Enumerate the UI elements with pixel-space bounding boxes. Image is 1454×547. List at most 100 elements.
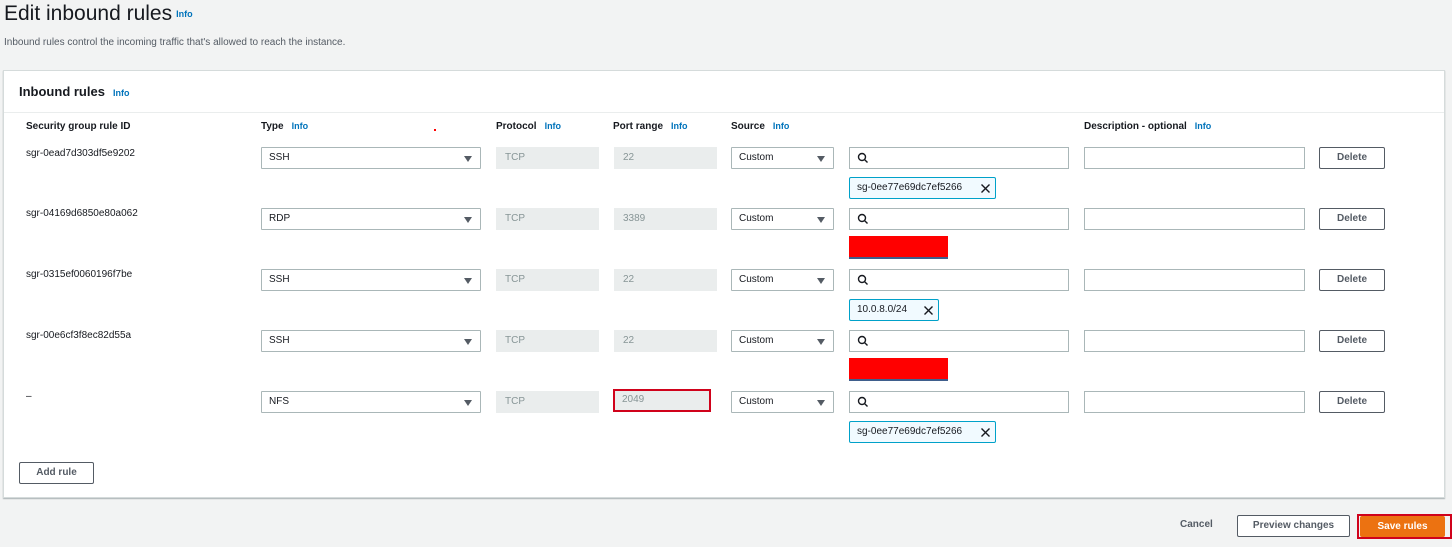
description-info-link[interactable]: Info [1195,121,1212,131]
close-icon[interactable] [980,427,991,438]
source-search-input[interactable] [849,330,1069,352]
source-select-value: Custom [739,213,774,224]
protocol-field: TCP [496,269,599,291]
port-range-field: 22 [614,147,717,169]
source-select-value: Custom [739,396,774,407]
type-select-value: SSH [269,152,290,163]
protocol-info-link[interactable]: Info [545,121,562,131]
type-select[interactable]: RDP [261,208,481,230]
delete-button[interactable]: Delete [1319,208,1385,230]
caret-down-icon [817,217,825,223]
column-header-protocol-label: Protocol [496,121,537,132]
type-select-value: SSH [269,335,290,346]
source-select[interactable]: Custom [731,330,834,352]
type-select[interactable]: NFS [261,391,481,413]
caret-down-icon [464,217,472,223]
column-header-type-label: Type [261,121,284,132]
close-icon[interactable] [980,183,991,194]
caret-down-icon [464,400,472,406]
search-icon [857,396,868,407]
rule-id: sgr-00e6cf3f8ec82d55a [26,330,132,341]
save-rules-button[interactable]: Save rules [1360,516,1445,537]
preview-changes-button[interactable]: Preview changes [1237,515,1350,537]
page-title: Edit inbound rules Info [4,2,193,26]
redacted-source-token [849,236,948,259]
search-icon [857,274,868,285]
close-icon[interactable] [923,305,934,316]
column-header-rule-id: Security group rule ID [26,121,131,132]
type-select-value: RDP [269,213,291,224]
source-search-input[interactable] [849,208,1069,230]
cancel-button[interactable]: Cancel [1180,519,1213,530]
type-info-link[interactable]: Info [292,121,309,131]
source-token-label: sg-0ee77e69dc7ef5266 [857,182,963,193]
description-input[interactable] [1084,391,1305,413]
panel-header [4,71,1444,113]
description-input[interactable] [1084,208,1305,230]
type-select-value: NFS [269,396,289,407]
panel-title-info-link[interactable]: Info [113,88,130,98]
page-title-info-link[interactable]: Info [176,9,193,19]
caret-down-icon [817,278,825,284]
column-header-description-label: Description - optional [1084,121,1187,132]
protocol-field: TCP [496,208,599,230]
panel-title-text: Inbound rules [19,84,105,99]
add-rule-button[interactable]: Add rule [19,462,94,484]
source-select[interactable]: Custom [731,269,834,291]
source-token-label: 10.0.8.0/24 [857,304,908,315]
source-token: 10.0.8.0/24 [849,299,939,321]
search-icon [857,335,868,346]
source-info-link[interactable]: Info [773,121,790,131]
port-range-info-link[interactable]: Info [671,121,688,131]
type-select[interactable]: SSH [261,147,481,169]
port-range-field: 3389 [614,208,717,230]
caret-down-icon [817,156,825,162]
protocol-field: TCP [496,391,599,413]
type-select-value: SSH [269,274,290,285]
column-header-port-range: Port range Info [613,121,688,132]
type-select[interactable]: SSH [261,330,481,352]
redacted-source-token [849,358,948,381]
source-search-input[interactable] [849,147,1069,169]
type-select[interactable]: SSH [261,269,481,291]
rule-id: sgr-0315ef0060196f7be [26,269,133,280]
delete-button[interactable]: Delete [1319,147,1385,169]
source-search-input[interactable] [849,391,1069,413]
delete-button[interactable]: Delete [1319,391,1385,413]
source-select-value: Custom [739,152,774,163]
port-range-field: 22 [614,330,717,352]
page-title-text: Edit inbound rules [4,2,173,25]
source-token-label: sg-0ee77e69dc7ef5266 [857,426,963,437]
rule-id: sgr-04169d6850e80a062 [26,208,138,219]
column-header-source-label: Source [731,121,765,132]
source-token: sg-0ee77e69dc7ef5266 [849,177,996,199]
caret-down-icon [464,278,472,284]
source-select-value: Custom [739,335,774,346]
delete-button[interactable]: Delete [1319,269,1385,291]
column-header-protocol: Protocol Info [496,121,561,132]
page-description: Inbound rules control the incoming traff… [4,37,346,48]
description-input[interactable] [1084,269,1305,291]
source-token: sg-0ee77e69dc7ef5266 [849,421,996,443]
caret-down-icon [817,339,825,345]
protocol-field: TCP [496,147,599,169]
inbound-rules-panel: Inbound rules Info Security group rule ID… [3,70,1445,498]
delete-button[interactable]: Delete [1319,330,1385,352]
protocol-field: TCP [496,330,599,352]
source-select[interactable]: Custom [731,391,834,413]
description-input[interactable] [1084,330,1305,352]
source-select[interactable]: Custom [731,208,834,230]
source-search-input[interactable] [849,269,1069,291]
caret-down-icon [464,339,472,345]
rule-id: – [26,391,32,402]
column-header-type: Type Info [261,121,308,132]
column-header-source: Source Info [731,121,789,132]
search-icon [857,152,868,163]
description-input[interactable] [1084,147,1305,169]
caret-down-icon [817,400,825,406]
source-select[interactable]: Custom [731,147,834,169]
source-select-value: Custom [739,274,774,285]
port-range-field: 2049 [613,389,711,412]
search-icon [857,213,868,224]
column-header-port-range-label: Port range [613,121,664,132]
